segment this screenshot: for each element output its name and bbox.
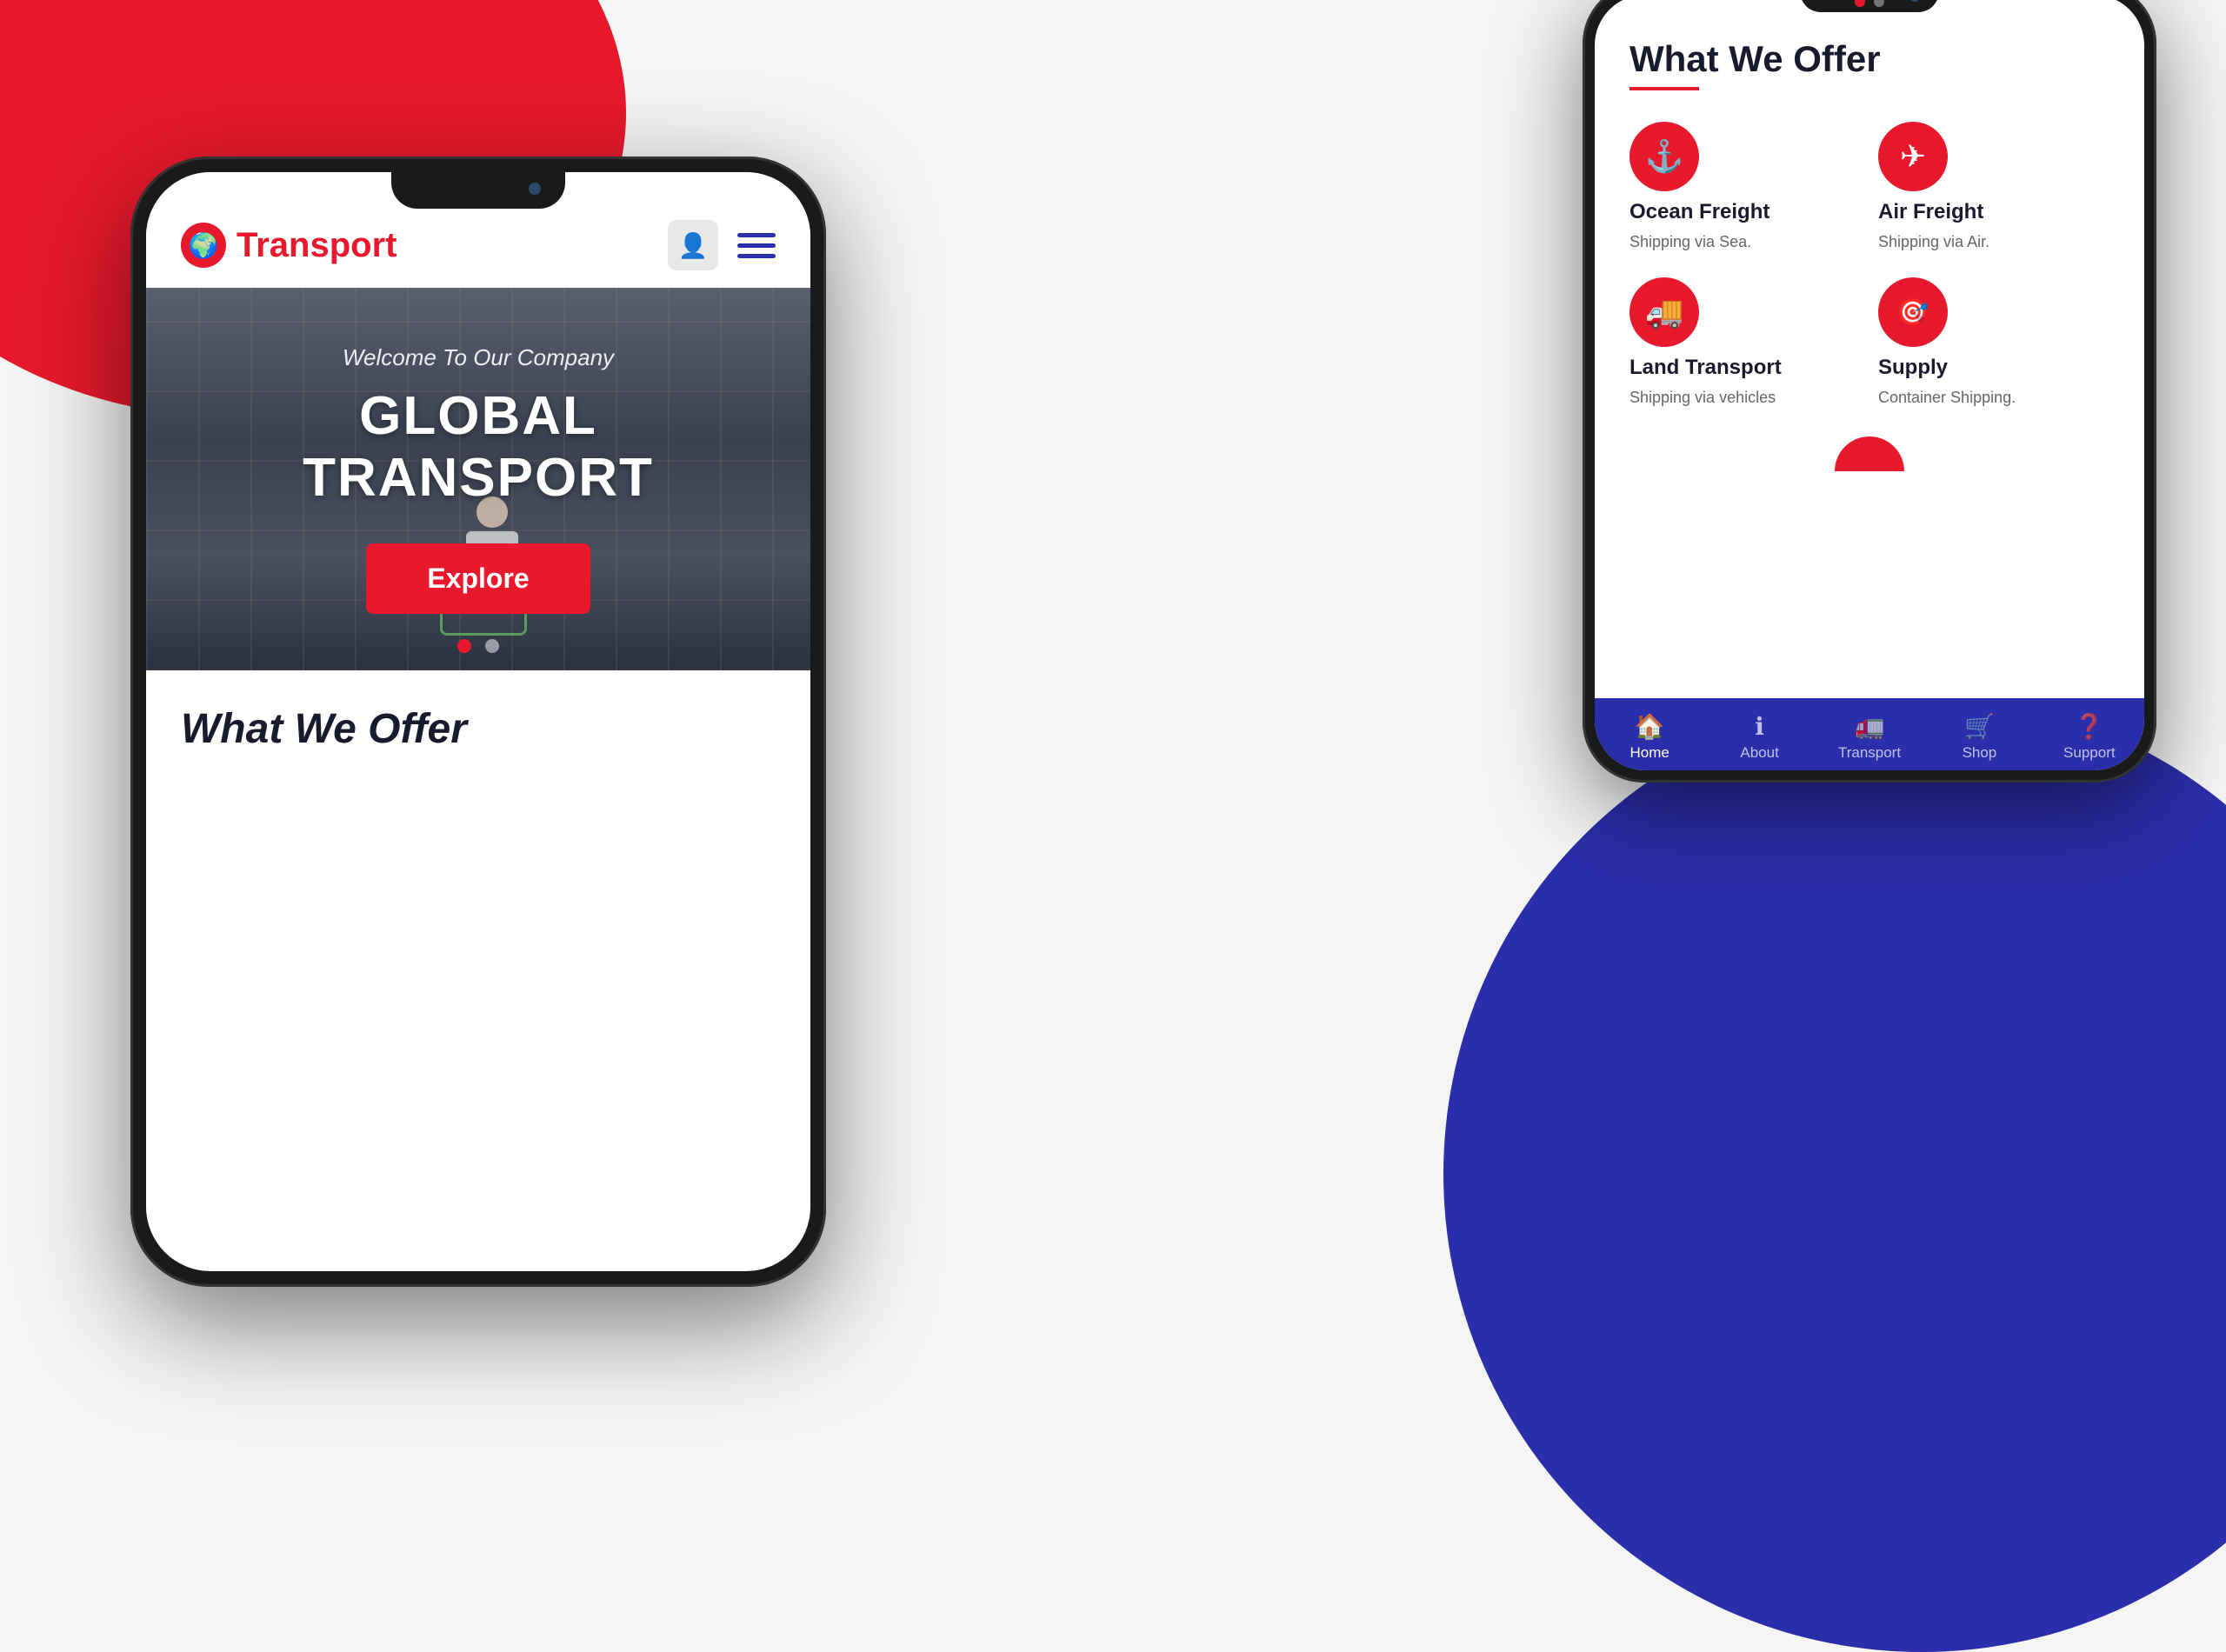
globe-icon: 🌍 [181,223,226,268]
land-transport-icon: 🚚 [1630,277,1699,347]
ocean-freight-name: Ocean Freight [1630,200,1769,224]
service-air-freight: ✈ Air Freight Shipping via Air. [1878,122,2109,251]
header-icons: 👤 [668,220,776,270]
nav-item-support[interactable]: ❓ Support [2035,712,2144,762]
offer-title-left: What We Offer [181,705,776,753]
land-transport-name: Land Transport [1630,356,1782,380]
support-icon: ❓ [2074,712,2104,741]
menu-bar-3 [737,254,776,258]
air-freight-name: Air Freight [1878,200,1983,224]
app-name: Transport [237,226,397,265]
front-camera [529,183,541,195]
front-camera-right [1909,0,1920,2]
carousel-indicator-top [1855,0,1884,7]
carousel-dot-2[interactable] [485,639,499,653]
supply-icon: 🎯 [1878,277,1948,347]
nav-item-transport[interactable]: 🚛 Transport [1815,712,1924,762]
title-underline [1630,87,1699,90]
supply-name: Supply [1878,356,1948,380]
partial-service-circle [1835,436,1904,471]
phone-right: What We Offer ⚓ Ocean Freight Shipping v… [1583,0,2156,783]
indicator-dot-1[interactable] [1855,0,1865,7]
nav-label-about: About [1740,744,1778,762]
nav-label-shop: Shop [1963,744,1997,762]
land-transport-desc: Shipping via vehicles [1630,389,1776,407]
bottom-nav: 🏠 Home ℹ About 🚛 Transport 🛒 Shop [1595,698,2144,770]
nav-item-about[interactable]: ℹ About [1704,712,1814,762]
nav-label-support: Support [2063,744,2116,762]
air-freight-icon: ✈ [1878,122,1948,191]
shop-icon: 🛒 [1964,712,1995,741]
transport-icon: 🚛 [1855,712,1885,741]
nav-label-transport: Transport [1838,744,1901,762]
nav-item-home[interactable]: 🏠 Home [1595,712,1704,762]
phone-left: 🌍 Transport 👤 [130,157,826,1287]
menu-bar-2 [737,243,776,248]
phone-frame-right: What We Offer ⚓ Ocean Freight Shipping v… [1583,0,2156,783]
app-logo: 🌍 Transport [181,223,397,268]
home-icon: 🏠 [1635,712,1665,741]
menu-bar-1 [737,233,776,237]
phone-frame-left: 🌍 Transport 👤 [130,157,826,1287]
hero-subtitle: Welcome To Our Company [181,344,776,371]
menu-icon[interactable] [737,233,776,258]
nav-label-home: Home [1630,744,1670,762]
phone-screen-right: What We Offer ⚓ Ocean Freight Shipping v… [1595,0,2144,770]
service-supply: 🎯 Supply Container Shipping. [1878,277,2109,407]
nav-item-shop[interactable]: 🛒 Shop [1924,712,2034,762]
carousel-dots [457,639,499,653]
indicator-dot-2[interactable] [1874,0,1884,7]
hero-title: GLOBAL TRANSPORT [181,385,776,509]
phones-container: 🌍 Transport 👤 [0,0,2226,1391]
phone-screen-left: 🌍 Transport 👤 [146,172,810,1271]
supply-desc: Container Shipping. [1878,389,2016,407]
phone-notch-left [391,172,565,209]
ocean-freight-icon: ⚓ [1630,122,1699,191]
service-ocean-freight: ⚓ Ocean Freight Shipping via Sea. [1630,122,1861,251]
about-icon: ℹ [1755,712,1764,741]
user-icon[interactable]: 👤 [668,220,718,270]
offer-section-left: What We Offer [146,670,810,770]
hero-section: Welcome To Our Company GLOBAL TRANSPORT … [146,288,810,670]
air-freight-desc: Shipping via Air. [1878,233,1989,251]
services-grid: ⚓ Ocean Freight Shipping via Sea. ✈ Air … [1630,122,2109,407]
right-phone-content: What We Offer ⚓ Ocean Freight Shipping v… [1595,0,2144,698]
explore-button[interactable]: Explore [366,543,590,614]
service-land-transport: 🚚 Land Transport Shipping via vehicles [1630,277,1861,407]
what-we-offer-title: What We Offer [1630,38,2109,80]
carousel-dot-1[interactable] [457,639,471,653]
hero-content: Welcome To Our Company GLOBAL TRANSPORT … [146,344,810,614]
ocean-freight-desc: Shipping via Sea. [1630,233,1751,251]
